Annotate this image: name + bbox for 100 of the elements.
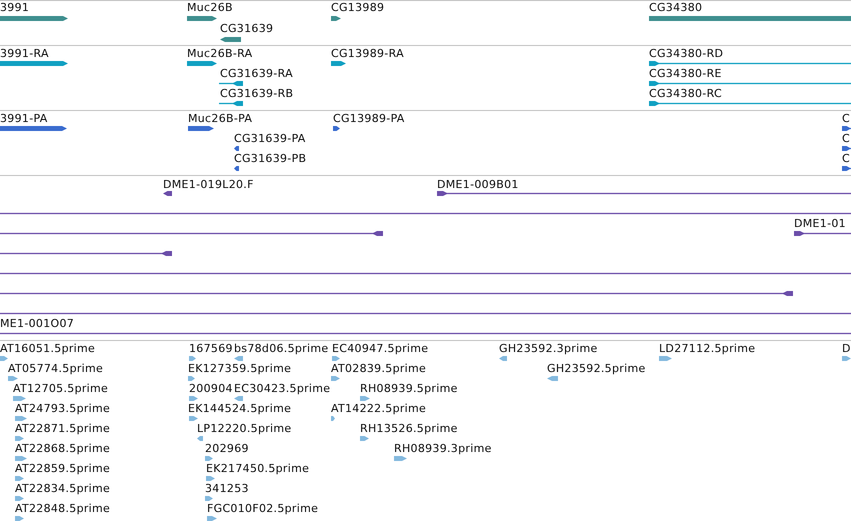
gene-arrow[interactable] [0,16,68,21]
est-arrow[interactable] [15,516,24,521]
feature-label: ME1-001O07 [0,317,74,330]
protein-line[interactable] [842,126,851,131]
est-arrow[interactable] [15,476,24,481]
feature-label: DME1-009B01 [437,178,519,191]
est-arrow[interactable] [842,356,851,361]
est-arrow[interactable] [15,496,24,501]
est-arrow[interactable] [234,356,243,361]
est-arrow[interactable] [197,436,203,441]
protein-arrow[interactable] [234,166,239,171]
feature-label: CG13989 [331,1,384,14]
feature-label: RH08939.3prime [394,442,492,455]
feature-label: CG34380-RD [649,47,724,60]
feature-label: CG34380-RE [649,67,722,80]
est-arrow[interactable] [207,516,217,521]
feature-label: 202969 [205,442,249,455]
feature-label: CG31639 [220,22,274,35]
feature-label: CG34380 [649,1,702,14]
est-arrow[interactable] [189,396,198,401]
gene-arrow[interactable] [220,37,241,42]
feature-label: C [842,112,850,125]
est-arrow[interactable] [205,456,213,461]
est-arrow[interactable] [205,496,213,501]
transcript-arrow[interactable] [331,61,346,66]
est-arrow[interactable] [360,396,370,401]
feature-label: AT22859.5prime [15,462,110,475]
clone-line[interactable] [794,231,851,236]
feature-label: AT22871.5prime [15,422,110,435]
est-arrow[interactable] [189,356,196,361]
protein-arrow[interactable] [0,126,67,131]
clone-line[interactable] [0,251,172,256]
feature-label: CG31639-RB [220,87,294,100]
clone-arrow[interactable] [163,191,172,196]
transcript-line[interactable] [649,81,851,86]
feature-label: CG34380-RC [649,87,722,100]
feature-label: Muc26B-PA [188,112,252,125]
feature-label: AT05774.5prime [8,362,104,375]
est-arrow[interactable] [360,436,369,441]
est-arrow[interactable] [394,456,407,461]
feature-label: C [842,132,850,145]
gene-arrow[interactable] [331,16,341,21]
clone-line[interactable] [0,231,383,236]
feature-label: DME1-01 [794,217,846,230]
feature-label: LD27112.5prime [659,342,756,355]
feature-label: LP12220.5prime [197,422,292,435]
est-arrow[interactable] [499,356,507,361]
est-arrow[interactable] [15,436,24,441]
feature-label: 167569 [189,342,233,355]
feature-label: EK217450.5prime [206,462,310,475]
feature-label: CG31639-PA [234,132,306,145]
est-arrow[interactable] [331,376,340,381]
protein-line[interactable] [842,166,851,171]
est-arrow[interactable] [13,396,26,401]
protein-line[interactable] [842,146,851,151]
est-arrow[interactable] [188,376,195,381]
est-arrow[interactable] [189,416,198,421]
feature-label: EC40947.5prime [332,342,428,355]
est-arrow[interactable] [8,376,18,381]
feature-label: AT22848.5prime [15,502,110,515]
est-arrow[interactable] [234,396,243,401]
clone-line[interactable] [0,311,851,316]
transcript-line[interactable] [219,81,243,86]
clone-line[interactable] [0,271,851,276]
feature-label: 3991-RA [0,47,49,60]
est-arrow[interactable] [331,416,335,421]
transcript-line[interactable] [649,61,851,66]
transcript-arrow[interactable] [187,61,217,66]
protein-arrow[interactable] [333,126,340,131]
feature-label: AT12705.5prime [13,382,108,395]
feature-label: CG31639-PB [234,152,306,165]
gene-arrow[interactable] [187,16,217,21]
feature-label: DME1-019L20.F [163,178,254,191]
est-arrow[interactable] [15,456,27,461]
est-arrow[interactable] [659,356,672,361]
clone-line[interactable] [437,191,851,196]
transcript-line[interactable] [219,101,243,106]
feature-label: AT16051.5prime [0,342,96,355]
feature-label: AT14222.5prime [331,402,426,415]
transcript-line[interactable] [649,101,851,106]
clone-line[interactable] [0,291,793,296]
feature-label: AT22834.5prime [15,482,110,495]
feature-label: GH23592.3prime [499,342,598,355]
feature-label: CG13989-RA [331,47,404,60]
est-arrow[interactable] [0,356,8,361]
est-arrow[interactable] [332,356,340,361]
transcript-arrow[interactable] [0,61,68,66]
clone-line[interactable] [0,331,851,336]
feature-label: 200904 [189,382,233,395]
protein-arrow[interactable] [234,146,239,151]
clone-line[interactable] [0,211,851,216]
feature-label: bs78d06.5prime [234,342,328,355]
feature-label: Muc26B [187,1,233,14]
protein-arrow[interactable] [188,126,214,131]
feature-label: D [842,342,851,355]
est-arrow[interactable] [547,376,558,381]
feature-label: 341253 [205,482,249,495]
est-arrow[interactable] [15,416,27,421]
est-arrow[interactable] [206,476,215,481]
feature-label: AT24793.5prime [15,402,110,415]
